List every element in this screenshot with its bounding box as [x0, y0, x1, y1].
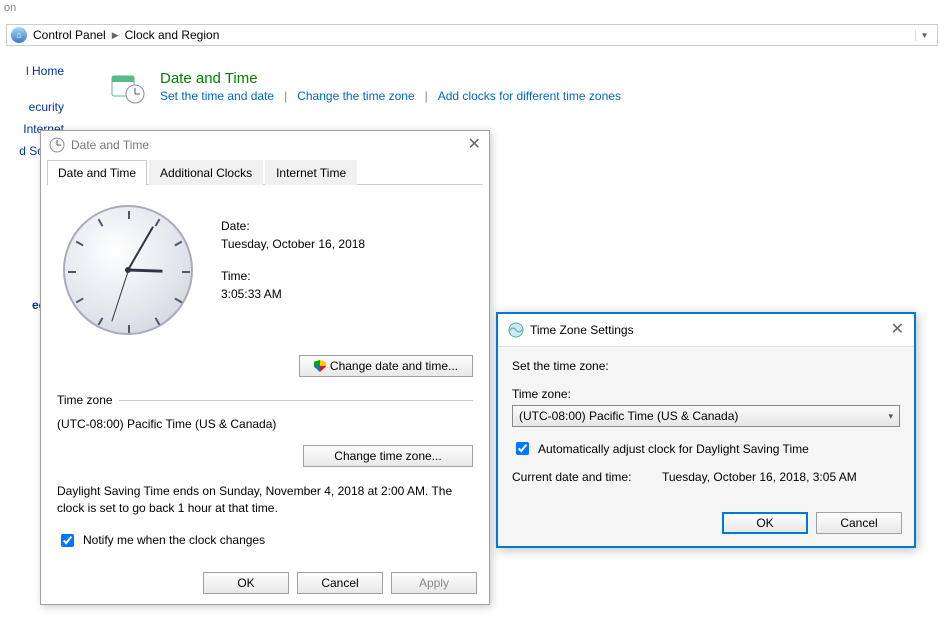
date-label: Date:	[221, 219, 365, 233]
dialog-titlebar[interactable]: Date and Time ✕	[41, 131, 489, 159]
timezone-group-label: Time zone	[57, 393, 113, 407]
timezone-label: Time zone:	[512, 387, 900, 401]
time-value: 3:05:33 AM	[221, 287, 365, 301]
timezone-value: (UTC-08:00) Pacific Time (US & Canada)	[57, 417, 473, 431]
tab-date-time[interactable]: Date and Time	[47, 160, 147, 185]
dialog-titlebar[interactable]: Time Zone Settings ✕	[498, 314, 914, 347]
notify-label: Notify me when the clock changes	[83, 533, 265, 547]
calendar-clock-icon	[110, 70, 146, 106]
address-bar[interactable]: ⌂ Control Panel ▶ Clock and Region ▾	[6, 24, 938, 46]
dst-info-text: Daylight Saving Time ends on Sunday, Nov…	[57, 483, 473, 517]
dialog-title: Time Zone Settings	[530, 323, 634, 337]
divider: |	[284, 89, 287, 103]
cancel-button[interactable]: Cancel	[297, 572, 383, 594]
current-datetime-value: Tuesday, October 16, 2018, 3:05 AM	[662, 470, 857, 484]
auto-dst-label: Automatically adjust clock for Daylight …	[538, 442, 809, 456]
cancel-button[interactable]: Cancel	[816, 512, 902, 534]
timezone-settings-dialog: Time Zone Settings ✕ Set the time zone: …	[496, 312, 916, 548]
ok-button[interactable]: OK	[722, 512, 808, 534]
tab-additional-clocks[interactable]: Additional Clocks	[149, 160, 263, 185]
chevron-right-icon[interactable]: ▶	[112, 30, 119, 41]
date-time-dialog: Date and Time ✕ Date and Time Additional…	[40, 130, 490, 605]
dialog-title: Date and Time	[71, 138, 149, 152]
auto-dst-checkbox-row[interactable]: Automatically adjust clock for Daylight …	[512, 439, 900, 458]
link-change-timezone[interactable]: Change the time zone	[297, 89, 414, 103]
auto-dst-checkbox[interactable]	[516, 442, 529, 455]
control-panel-icon: ⌂	[11, 27, 27, 43]
breadcrumb-current[interactable]: Clock and Region	[125, 28, 220, 42]
shield-icon	[314, 360, 326, 372]
link-additional-clocks[interactable]: Add clocks for different time zones	[438, 89, 621, 103]
address-dropdown-icon[interactable]: ▾	[915, 30, 933, 41]
notify-checkbox-row[interactable]: Notify me when the clock changes	[57, 531, 473, 550]
apply-button: Apply	[391, 572, 477, 594]
notify-checkbox[interactable]	[61, 534, 74, 547]
timezone-selected-value: (UTC-08:00) Pacific Time (US & Canada)	[519, 409, 738, 423]
change-date-time-button[interactable]: Change date and time...	[299, 355, 473, 377]
current-datetime-label: Current date and time:	[512, 470, 662, 484]
breadcrumb-root[interactable]: Control Panel	[33, 28, 106, 42]
globe-icon	[508, 322, 524, 338]
instruction-text: Set the time zone:	[512, 359, 900, 373]
timezone-combobox[interactable]: (UTC-08:00) Pacific Time (US & Canada) ▾	[512, 405, 900, 427]
link-set-time[interactable]: Set the time and date	[160, 89, 274, 103]
tab-bar: Date and Time Additional Clocks Internet…	[47, 159, 483, 185]
section-title[interactable]: Date and Time	[160, 70, 621, 87]
nav-item[interactable]: ecurity	[0, 96, 70, 118]
chevron-down-icon: ▾	[888, 411, 893, 422]
date-value: Tuesday, October 16, 2018	[221, 237, 365, 251]
time-label: Time:	[221, 269, 365, 283]
divider: |	[425, 89, 428, 103]
ok-button[interactable]: OK	[203, 572, 289, 594]
close-icon[interactable]: ✕	[468, 137, 481, 153]
clock-icon	[49, 137, 65, 153]
analog-clock	[63, 205, 193, 335]
close-icon[interactable]: ✕	[891, 322, 904, 338]
change-timezone-button[interactable]: Change time zone...	[303, 445, 473, 467]
nav-home[interactable]: l Home	[0, 60, 70, 82]
tab-internet-time[interactable]: Internet Time	[265, 160, 357, 185]
window-title-fragment: on	[0, 0, 20, 16]
main-content: Date and Time Set the time and date | Ch…	[110, 70, 934, 124]
